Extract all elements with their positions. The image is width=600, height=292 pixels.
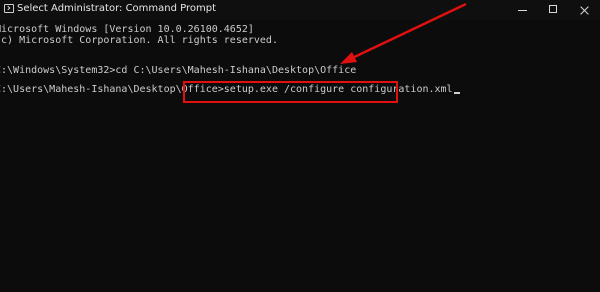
arrow-head [340, 52, 357, 64]
arrow-shaft [347, 2, 467, 62]
annotation-arrow [340, 2, 467, 64]
